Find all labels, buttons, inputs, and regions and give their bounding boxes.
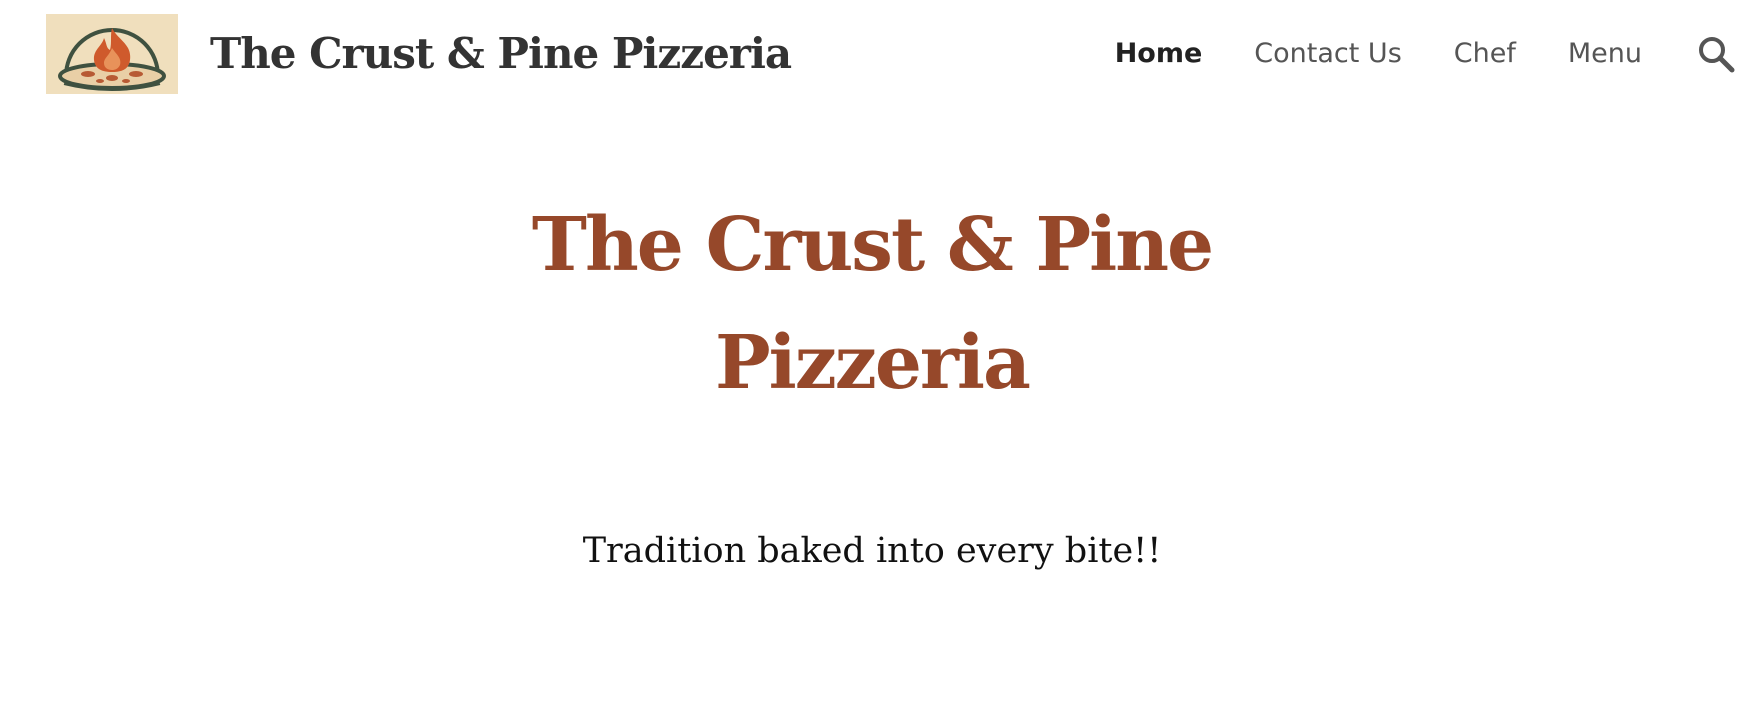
search-button[interactable]: [1692, 22, 1740, 86]
nav-item-home[interactable]: Home: [1115, 22, 1203, 86]
search-icon: [1699, 37, 1735, 73]
hero-title-line-1: The Crust & Pine: [531, 202, 1214, 288]
hero-title: The Crust & Pine Pizzeria: [0, 186, 1744, 422]
site-header: The Crust & Pine Pizzeria Home Contact U…: [0, 0, 1744, 108]
hero-title-line-2: Pizzeria: [715, 320, 1031, 406]
site-title[interactable]: The Crust & Pine Pizzeria: [210, 22, 792, 86]
site-logo[interactable]: [46, 14, 178, 94]
hero-tagline: Tradition baked into every bite!!: [582, 531, 1162, 571]
nav-item-contact-us[interactable]: Contact Us: [1254, 22, 1401, 86]
pizza-oven-flame-logo-icon: [58, 28, 166, 91]
nav-item-menu[interactable]: Menu: [1568, 22, 1642, 86]
main-nav: Home Contact Us Chef Menu: [1115, 22, 1744, 86]
nav-item-chef[interactable]: Chef: [1454, 22, 1516, 86]
